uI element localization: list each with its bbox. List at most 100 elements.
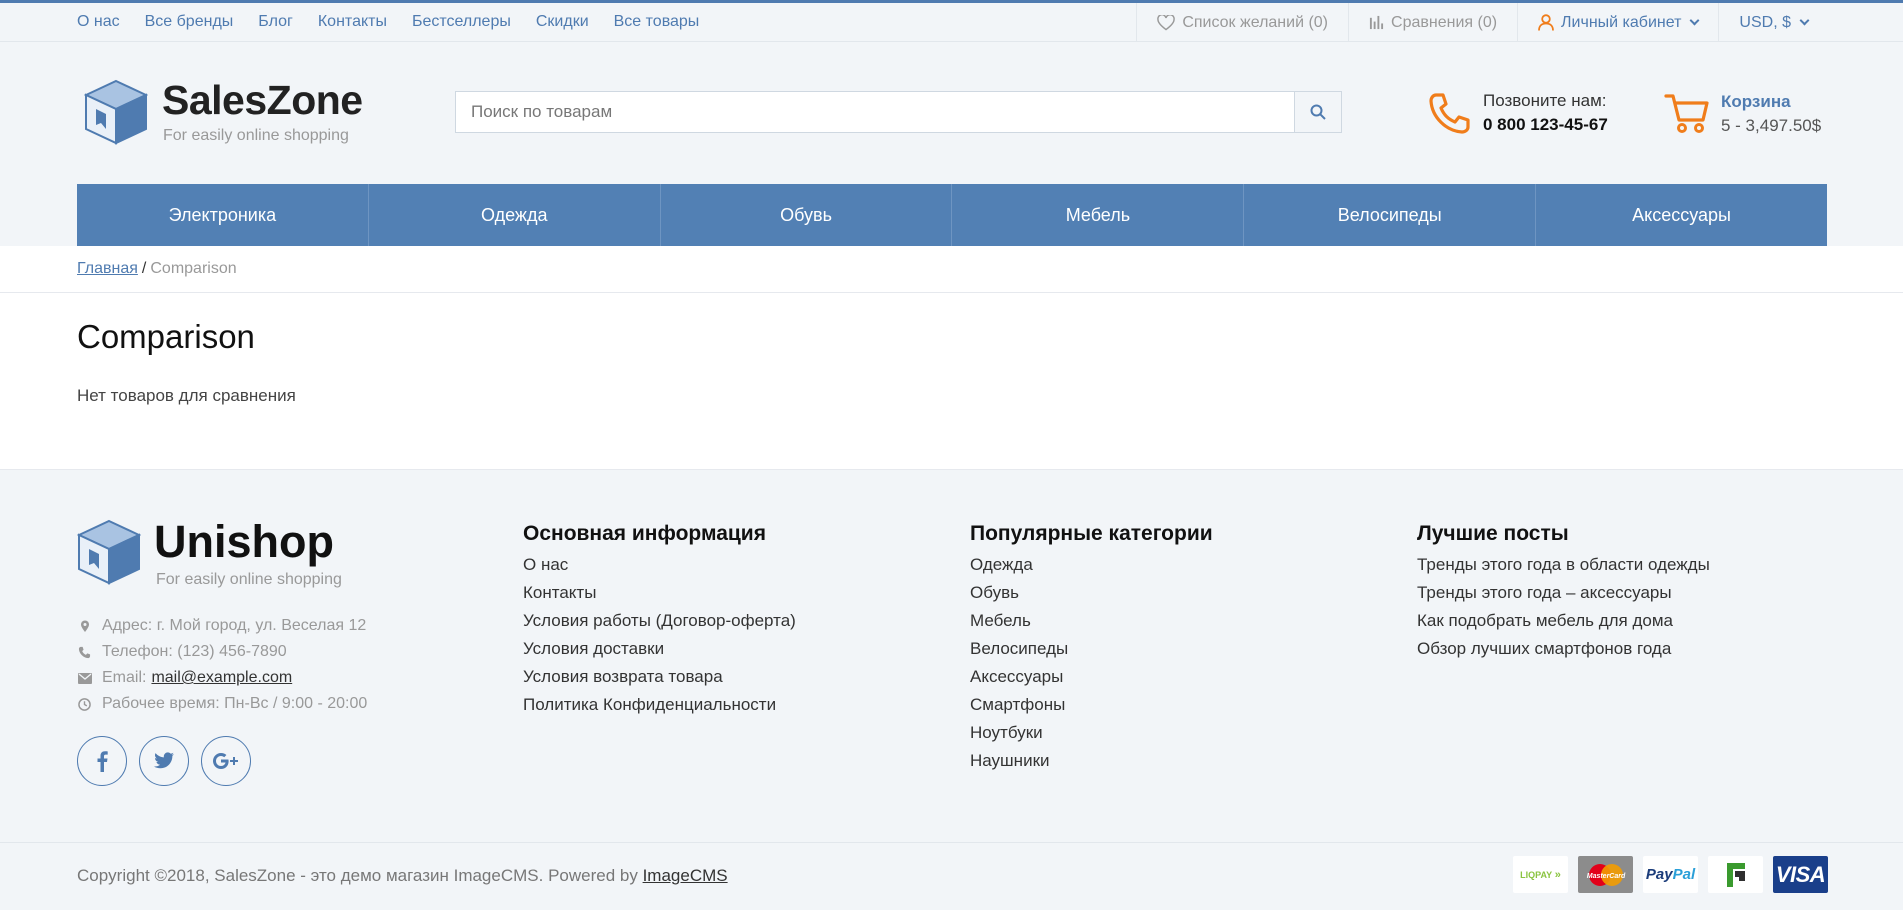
contact-hours-text: Рабочее время: Пн-Вс / 9:00 - 20:00 — [102, 695, 368, 712]
footer-link-category[interactable]: Аксессуары — [970, 667, 1213, 695]
page-title: Comparison — [77, 318, 255, 355]
footer-link-category[interactable]: Мебель — [970, 611, 1213, 639]
footer-contacts: Адрес: г. Мой город, ул. Веселая 12 Теле… — [77, 613, 367, 717]
cart-label: Корзина — [1721, 92, 1791, 111]
user-icon — [1538, 14, 1554, 31]
footer-link-category[interactable]: Одежда — [970, 555, 1213, 583]
footer-link-category[interactable]: Обувь — [970, 583, 1213, 611]
top-nav-all-products[interactable]: Все товары — [614, 13, 700, 31]
breadcrumb-separator: / — [141, 260, 147, 277]
box-logo-icon — [77, 519, 141, 585]
contact-address-text: Адрес: г. Мой город, ул. Веселая 12 — [102, 617, 367, 634]
site-logo[interactable]: SalesZone For easily online shopping — [84, 77, 374, 147]
footer-column-title: Лучшие посты — [1417, 522, 1569, 545]
top-nav-brands[interactable]: Все бренды — [145, 13, 234, 31]
map-pin-icon — [77, 620, 92, 633]
top-nav: О нас Все бренды Блог Контакты Бестселле… — [77, 13, 699, 31]
top-bar: О нас Все бренды Блог Контакты Бестселле… — [0, 0, 1903, 42]
footer-link-delivery[interactable]: Условия доставки — [523, 639, 796, 667]
cart-icon — [1664, 94, 1709, 133]
bar-chart-icon — [1369, 15, 1384, 30]
wishlist-link[interactable]: Список желаний (0) — [1136, 3, 1348, 42]
category-shoes[interactable]: Обувь — [661, 184, 953, 246]
liqpay-text: LIQPAY — [1520, 869, 1553, 880]
category-bicycles[interactable]: Велосипеды — [1244, 184, 1537, 246]
footer-bottom-bar: Copyright ©2018, SalesZone - это демо ма… — [0, 842, 1903, 910]
contact-email-link[interactable]: mail@example.com — [151, 669, 292, 687]
category-clothing[interactable]: Одежда — [369, 184, 661, 246]
footer-link-post[interactable]: Тренды этого года – аксессуары — [1417, 583, 1710, 611]
footer-link-category[interactable]: Смартфоны — [970, 695, 1213, 723]
footer-link-privacy[interactable]: Политика Конфиденциальности — [523, 695, 796, 723]
visa-logo: VISA — [1773, 856, 1828, 893]
logo-name: SalesZone — [162, 77, 363, 123]
footer-column-title: Популярные категории — [970, 522, 1213, 545]
footer-logo-tagline: For easily online shopping — [156, 571, 342, 588]
account-menu[interactable]: Личный кабинет — [1517, 3, 1718, 42]
liqpay-logo: LIQPAY » — [1513, 856, 1568, 893]
social-links — [77, 736, 251, 786]
footer-logo[interactable]: Unishop For easily online shopping — [77, 516, 377, 589]
paypal-pay-text: Pay — [1645, 866, 1673, 883]
wishlist-label: Список желаний (0) — [1182, 13, 1329, 31]
footer-column-info: Основная информация О нас Контакты Услов… — [523, 522, 796, 723]
footer-link-terms[interactable]: Условия работы (Договор-оферта) — [523, 611, 796, 639]
copyright: Copyright ©2018, SalesZone - это демо ма… — [77, 866, 728, 886]
footer-link-category[interactable]: Велосипеды — [970, 639, 1213, 667]
footer-link-post[interactable]: Как подобрать мебель для дома — [1417, 611, 1710, 639]
breadcrumb-home-link[interactable]: Главная — [77, 260, 138, 277]
currency-label: USD, $ — [1739, 13, 1791, 31]
top-nav-bestsellers[interactable]: Бестселлеры — [412, 13, 511, 31]
top-right-tools: Список желаний (0) Сравнения (0) Личный … — [1136, 3, 1830, 42]
footer-link-category[interactable]: Ноутбуки — [970, 723, 1213, 751]
footer-column-posts: Лучшие посты Тренды этого года в области… — [1417, 522, 1710, 667]
category-accessories[interactable]: Аксессуары — [1536, 184, 1827, 246]
footer-logo-name: Unishop — [154, 516, 334, 567]
breadcrumb-inner: Главная / Comparison — [77, 260, 237, 278]
logo-tagline: For easily online shopping — [163, 127, 349, 144]
search-icon — [1310, 104, 1326, 120]
privatbank-logo — [1708, 856, 1763, 893]
mastercard-logo: MasterCard — [1578, 856, 1633, 893]
chevron-down-icon — [1799, 15, 1810, 26]
mastercard-text: MasterCard — [1586, 873, 1625, 880]
top-nav-about[interactable]: О нас — [77, 13, 120, 31]
twitter-button[interactable] — [139, 736, 189, 786]
paypal-logo: Pay Pal — [1643, 856, 1698, 893]
footer-link-post[interactable]: Тренды этого года в области одежды — [1417, 555, 1710, 583]
footer-column-title: Основная информация — [523, 522, 766, 545]
contact-hours: Рабочее время: Пн-Вс / 9:00 - 20:00 — [77, 691, 367, 717]
payment-methods: LIQPAY » MasterCard Pay Pal VISA — [1513, 856, 1828, 893]
facebook-button[interactable] — [77, 736, 127, 786]
breadcrumb: Главная / Comparison — [0, 246, 1903, 293]
powered-by-link[interactable]: ImageCMS — [643, 866, 728, 885]
category-electronics[interactable]: Электроника — [77, 184, 369, 246]
clock-icon — [77, 697, 92, 711]
chevron-down-icon — [1689, 15, 1700, 26]
account-label: Личный кабинет — [1561, 13, 1682, 31]
breadcrumb-current: Comparison — [150, 260, 237, 277]
compare-link[interactable]: Сравнения (0) — [1348, 3, 1517, 42]
top-nav-discounts[interactable]: Скидки — [536, 13, 589, 31]
top-nav-contacts[interactable]: Контакты — [318, 13, 387, 31]
category-furniture[interactable]: Мебель — [952, 184, 1245, 246]
contact-phone: Телефон: (123) 456-7890 — [77, 639, 367, 665]
footer-link-post[interactable]: Обзор лучших смартфонов года — [1417, 639, 1710, 667]
google-plus-button[interactable] — [201, 736, 251, 786]
visa-text: VISA — [1775, 861, 1826, 887]
search-input[interactable] — [456, 92, 1294, 132]
search-button[interactable] — [1294, 92, 1341, 132]
phone-number[interactable]: 0 800 123-45-67 — [1483, 115, 1608, 135]
footer-link-returns[interactable]: Условия возврата товара — [523, 667, 796, 695]
phone-icon — [77, 646, 92, 659]
currency-select[interactable]: USD, $ — [1718, 3, 1830, 42]
compare-label: Сравнения (0) — [1391, 13, 1498, 31]
footer-link-contacts[interactable]: Контакты — [523, 583, 796, 611]
heart-icon — [1157, 14, 1176, 30]
footer-link-about[interactable]: О нас — [523, 555, 796, 583]
box-logo-icon — [84, 79, 148, 145]
footer-link-category[interactable]: Наушники — [970, 751, 1213, 779]
footer: Unishop For easily online shopping Адрес… — [0, 469, 1903, 910]
envelope-icon — [77, 672, 92, 684]
top-nav-blog[interactable]: Блог — [258, 13, 293, 31]
